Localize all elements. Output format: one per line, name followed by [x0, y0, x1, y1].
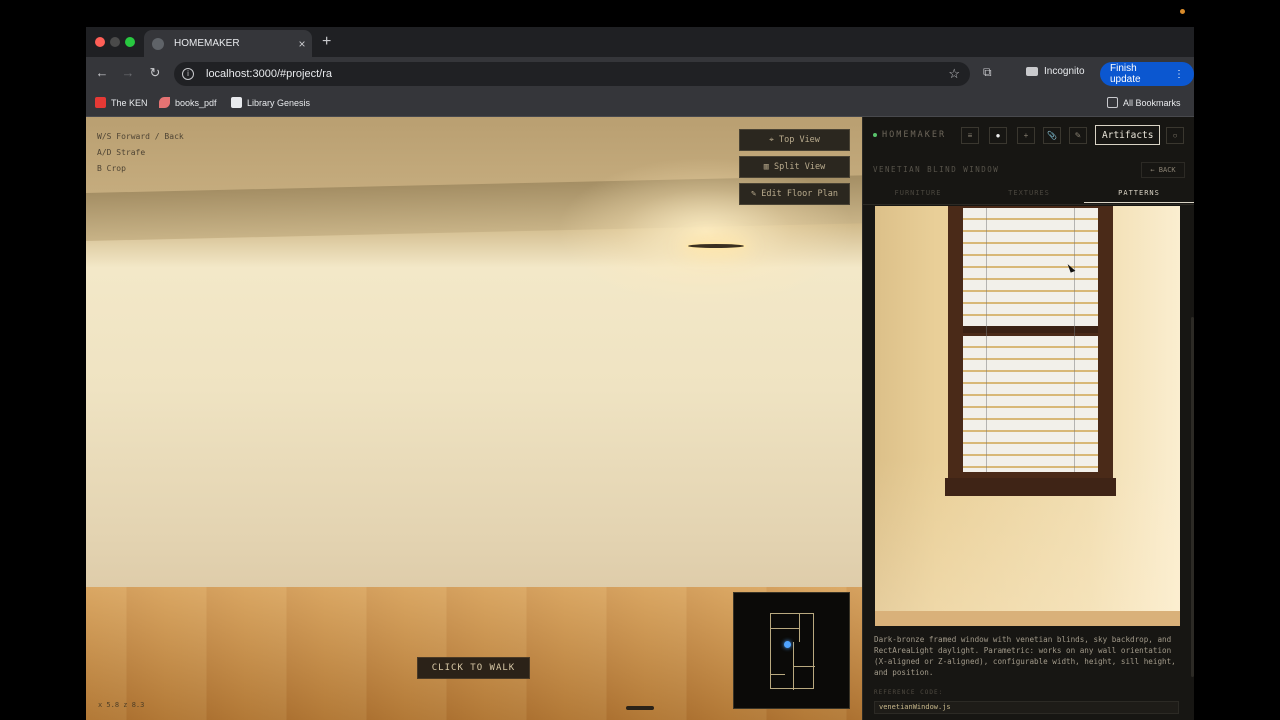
blind-cord	[1074, 208, 1075, 472]
window-preview-render[interactable]	[875, 206, 1180, 626]
split-view-button[interactable]: ▥ Split View	[739, 156, 850, 178]
tab-furniture[interactable]: FURNITURE	[863, 189, 973, 197]
url-text[interactable]: localhost:3000/#project/ra	[206, 68, 948, 80]
book-icon	[159, 97, 170, 108]
browser-window: HOMEMAKER × + ← → ↻ i localhost:3000/#pr…	[86, 27, 1194, 720]
tab-search-icon[interactable]: ⧉	[983, 65, 992, 80]
finish-update-button[interactable]: Finish update ⋮	[1100, 62, 1194, 86]
folder-icon	[1107, 97, 1118, 108]
light-glow	[556, 157, 856, 307]
control-hint: W/S Forward / Back	[97, 132, 184, 141]
browser-toolbar: ← → ↻ i localhost:3000/#project/ra ☆ ⧉ I…	[86, 57, 1194, 91]
click-to-walk-button[interactable]: CLICK TO WALK	[417, 657, 530, 679]
incognito-icon	[1026, 67, 1038, 76]
preview-floor	[875, 611, 1180, 626]
control-hint: A/D Strafe	[97, 148, 146, 157]
minimap[interactable]	[733, 592, 850, 709]
reload-button[interactable]: ↻	[146, 65, 164, 81]
tab-title: HOMEMAKER	[174, 38, 240, 49]
menu-icon[interactable]: ≡	[961, 127, 979, 144]
pattern-description: Dark-bronze framed window with venetian …	[874, 635, 1176, 677]
recording-indicator	[1180, 9, 1185, 14]
light-icon[interactable]: ●	[989, 127, 1007, 144]
edit-icon[interactable]: ✎	[1069, 127, 1087, 144]
ceiling-downlight	[686, 242, 746, 250]
bookmark-star-icon[interactable]: ☆	[948, 66, 960, 82]
panel-tabs: FURNITURE TEXTURES PATTERNS	[863, 185, 1194, 205]
3d-viewport[interactable]: W/S Forward / Back A/D Strafe B Crop ⌖ T…	[86, 117, 862, 720]
bookmark-label: The KEN	[111, 97, 148, 108]
minimap-wall	[771, 674, 785, 675]
all-bookmarks-label: All Bookmarks	[1123, 97, 1181, 108]
address-bar[interactable]: i localhost:3000/#project/ra ☆	[174, 62, 970, 86]
new-tab-button[interactable]: +	[322, 33, 331, 51]
edit-floor-plan-button[interactable]: ✎ Edit Floor Plan	[739, 183, 850, 205]
window-frame	[948, 206, 1113, 480]
attach-icon[interactable]: 📎	[1043, 127, 1061, 144]
bookmarks-bar: The KEN books_pdf Library Genesis All Bo…	[86, 91, 1194, 117]
tab-bar: HOMEMAKER × +	[86, 27, 1194, 57]
minimap-wall	[799, 614, 800, 642]
lower-blind	[963, 336, 1098, 472]
back-button[interactable]: ← BACK	[1141, 162, 1185, 178]
forward-button[interactable]: →	[119, 65, 137, 80]
the-ken-icon	[95, 97, 106, 108]
tab-patterns[interactable]: PATTERNS	[1084, 189, 1194, 203]
reference-code-label: REFERENCE CODE:	[874, 689, 944, 696]
status-dot	[873, 133, 877, 137]
bookmark-the-ken[interactable]: The KEN	[95, 97, 148, 108]
menu-kebab-icon[interactable]: ⋮	[1174, 69, 1184, 80]
keyboard-controls-help: W/S Forward / Back A/D Strafe B Crop	[97, 129, 184, 177]
info-icon[interactable]: i	[182, 68, 194, 80]
minimize-window-button[interactable]	[110, 37, 120, 47]
maximize-window-button[interactable]	[125, 37, 135, 47]
top-view-button[interactable]: ⌖ Top View	[739, 129, 850, 151]
minimap-wall	[793, 666, 815, 667]
artifacts-button[interactable]: Artifacts	[1095, 125, 1161, 145]
back-button[interactable]: ←	[93, 65, 111, 80]
blind-cord	[986, 208, 987, 472]
tab-textures[interactable]: TEXTURES	[974, 189, 1084, 197]
player-marker	[784, 641, 791, 648]
globe-icon	[152, 37, 164, 50]
panel-scrollbar[interactable]	[1191, 317, 1194, 677]
close-tab-icon[interactable]: ×	[292, 37, 312, 51]
all-bookmarks[interactable]: All Bookmarks	[1107, 97, 1181, 108]
bookmark-library-genesis[interactable]: Library Genesis	[231, 97, 310, 108]
window-sill	[945, 478, 1116, 496]
window-meeting-rail	[963, 326, 1098, 333]
upper-blind	[963, 208, 1098, 326]
reference-code-file[interactable]: venetianWindow.js	[874, 701, 1179, 714]
incognito-indicator[interactable]: Incognito	[1026, 66, 1085, 77]
panel-title: VENETIAN BLIND WINDOW	[873, 165, 1000, 174]
add-icon[interactable]: +	[1017, 127, 1035, 144]
bookmark-books-pdf[interactable]: books_pdf	[159, 97, 217, 108]
bookmark-label: books_pdf	[175, 97, 217, 108]
minimap-wall	[771, 628, 799, 629]
library-icon	[231, 97, 242, 108]
close-window-button[interactable]	[95, 37, 105, 47]
position-readout: x 5.8 z 8.3	[98, 701, 145, 709]
brand-label: HOMEMAKER	[882, 130, 947, 140]
tab-homemaker[interactable]: HOMEMAKER ×	[144, 30, 312, 57]
bookmark-label: Library Genesis	[247, 97, 311, 108]
minimap-floor-plan	[770, 613, 815, 690]
resize-handle[interactable]	[626, 706, 654, 710]
settings-icon[interactable]: ○	[1166, 127, 1184, 144]
finish-update-label: Finish update	[1110, 63, 1141, 85]
side-panel: HOMEMAKER ≡ ● + 📎 ✎ Artifacts ○ VENETIAN…	[862, 117, 1194, 720]
control-hint: B Crop	[97, 164, 126, 173]
incognito-label: Incognito	[1044, 66, 1085, 77]
